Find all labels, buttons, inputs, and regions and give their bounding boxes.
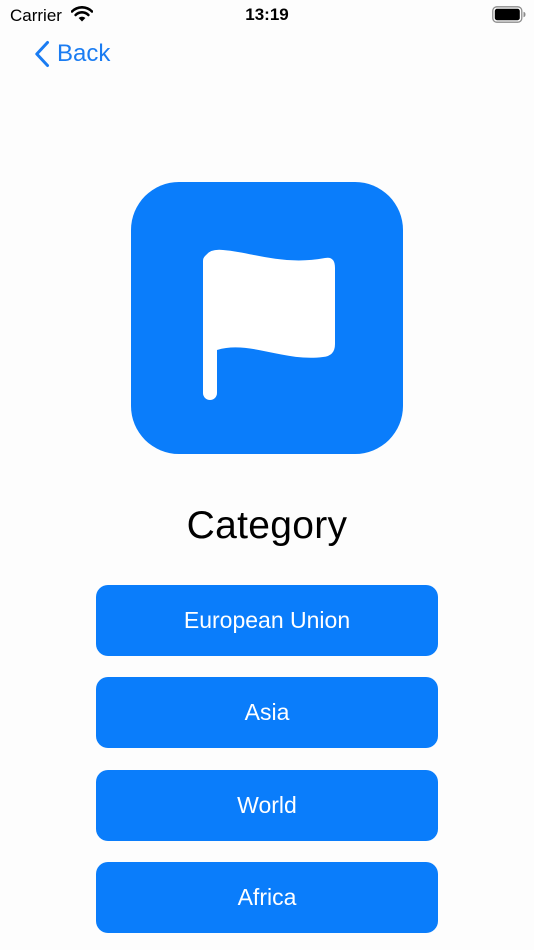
status-bar: Carrier 13:19 [0, 0, 534, 30]
category-icon-tile [131, 182, 403, 454]
category-button-asia[interactable]: Asia [96, 677, 438, 748]
back-button[interactable]: Back [34, 38, 110, 70]
category-button-label: European Union [183, 607, 351, 633]
chevron-left-icon [35, 41, 49, 67]
flag-icon [203, 249, 335, 400]
battery-icon [492, 6, 526, 23]
category-button-africa[interactable]: Africa [96, 862, 438, 933]
page-title: Category [186, 504, 348, 547]
status-time: 13:19 [245, 5, 289, 24]
category-button-label: Asia [244, 699, 290, 725]
category-button-label: Africa [237, 884, 297, 910]
category-button-label: World [237, 792, 297, 818]
category-button-european-union[interactable]: European Union [96, 585, 438, 656]
category-button-world[interactable]: World [96, 770, 438, 841]
back-label: Back [57, 40, 111, 67]
